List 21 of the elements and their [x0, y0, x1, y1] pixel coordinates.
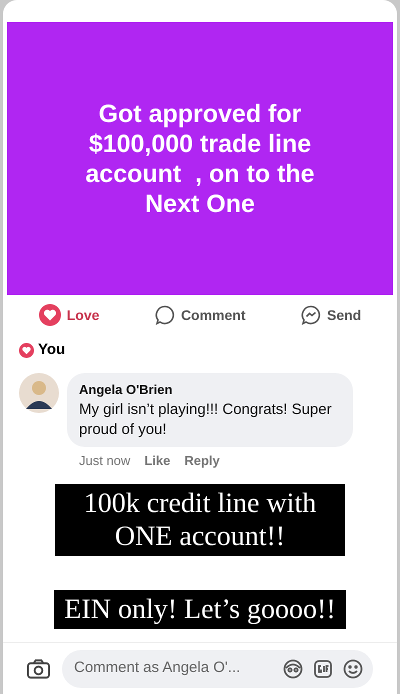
avatar-sticker-icon[interactable] [283, 658, 303, 678]
camera-icon[interactable] [27, 658, 50, 678]
love-button[interactable]: Love [38, 304, 100, 326]
messenger-icon [301, 305, 321, 325]
post-text: Got approved for $100,000 trade line account , on to the Next One [84, 98, 316, 218]
comment-text: My girl isn’t playing!!! Congrats! Super proud of you! [79, 400, 333, 440]
comment-author[interactable]: Angela O'Brien [79, 380, 341, 400]
gif-icon[interactable] [313, 658, 333, 678]
story-caption: EIN only! Let’s goooo!! [54, 590, 346, 629]
reaction-name: You [38, 340, 66, 360]
story-caption: 100k credit line with ONE account!! [55, 484, 345, 556]
reply-link[interactable]: Reply [184, 450, 220, 470]
comment-icon [154, 305, 175, 325]
comment-box[interactable]: Comment as Angela O'... [62, 650, 373, 688]
comment-field[interactable]: Comment as Angela O'... [74, 657, 273, 680]
emoji-icon[interactable] [343, 658, 363, 678]
avatar-icon [19, 373, 59, 413]
comment-button[interactable]: Comment [154, 304, 246, 326]
send-button[interactable]: Send [301, 304, 362, 326]
like-link[interactable]: Like [144, 450, 170, 470]
comment-time: Just now [79, 452, 130, 470]
